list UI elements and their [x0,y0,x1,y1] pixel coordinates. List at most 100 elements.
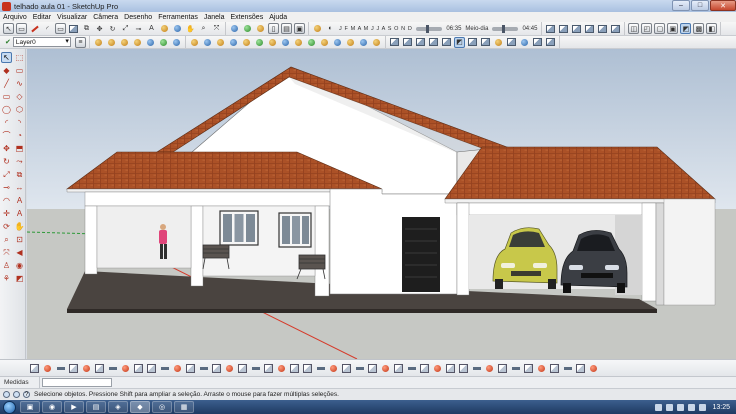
menu-visualizar[interactable]: Visualizar [54,14,90,21]
bottom-tool-8-icon[interactable] [120,363,131,374]
previous-view-icon[interactable]: ◀ [14,247,25,258]
bottom-tool-30-icon[interactable] [406,363,417,374]
taskbar-chrome[interactable]: ◎ [152,401,172,413]
bottom-tool-41-icon[interactable] [549,363,560,374]
taskbar-browser[interactable]: ◉ [42,401,62,413]
rectangle-icon[interactable]: ▭ [1,91,12,102]
tray-icon-2[interactable] [666,403,674,411]
bottom-tool-40-icon[interactable] [536,363,547,374]
extension-warehouse-icon[interactable] [242,23,253,34]
menu-ferramentas[interactable]: Ferramentas [155,14,201,21]
menu-camera[interactable]: Câmera [90,14,121,21]
solid-12-icon[interactable] [332,37,343,48]
bottom-tool-34-icon[interactable] [458,363,469,374]
make-component-icon[interactable]: ⬚ [14,52,25,63]
split-icon[interactable] [254,37,265,48]
zoom-icon[interactable]: ⌕ [1,234,12,245]
union-icon[interactable] [215,37,226,48]
credits-icon[interactable] [13,391,20,398]
bottom-tool-28-icon[interactable] [380,363,391,374]
3d-text-icon[interactable]: A [14,208,25,219]
rotated-rectangle-icon[interactable]: ◇ [14,91,25,102]
section-5-icon[interactable] [441,37,452,48]
time-slider[interactable] [492,24,519,33]
look-around-icon[interactable]: ◉ [14,260,25,271]
solid-13-icon[interactable] [345,37,356,48]
bottom-tool-36-icon[interactable] [484,363,495,374]
offset-icon[interactable]: ⧉ [81,23,92,34]
freehand-icon[interactable]: ∿ [14,78,25,89]
bottom-tool-38-icon[interactable] [510,363,521,374]
position-camera-icon[interactable]: ♙ [1,260,12,271]
scale-icon[interactable]: ⤢ [120,23,131,34]
right-view-icon[interactable] [584,23,595,34]
bottom-tool-7-icon[interactable] [107,363,118,374]
pan-icon[interactable]: ✋ [185,23,196,34]
bottom-tool-26-icon[interactable] [354,363,365,374]
front-view-icon[interactable] [571,23,582,34]
outer-shell-icon[interactable] [189,37,200,48]
zoom-window-icon[interactable]: ⊡ [14,234,25,245]
arc-icon[interactable]: ◜ [42,23,53,34]
bottom-tool-29-icon[interactable] [393,363,404,374]
bottom-tool-14-icon[interactable] [198,363,209,374]
solid-14-icon[interactable] [358,37,369,48]
close-button[interactable]: ✕ [710,0,736,11]
taskbar-explorer[interactable]: ▣ [20,401,40,413]
tray-icon-4[interactable] [688,403,696,411]
section-10-icon[interactable] [506,37,517,48]
bottom-tool-5-icon[interactable] [81,363,92,374]
bottom-tool-20-icon[interactable] [276,363,287,374]
layer-manager-icon[interactable]: ≡ [74,36,86,48]
xray-icon[interactable]: ◫ [628,23,640,34]
section-12-icon[interactable] [532,37,543,48]
maximize-button[interactable]: □ [691,0,709,11]
section-plane-icon[interactable]: ◩ [14,273,25,284]
taskbar-folder[interactable]: ▤ [86,401,106,413]
pan-icon[interactable]: ✋ [14,221,25,232]
taskbar-app-1[interactable]: ◈ [108,401,128,413]
offset-icon[interactable]: ⧉ [14,169,25,180]
measurements-input[interactable] [42,378,112,387]
sandbox-7-icon[interactable] [171,37,182,48]
line-icon[interactable] [29,23,40,34]
bottom-tool-15-icon[interactable] [211,363,222,374]
rotate-icon[interactable]: ↻ [107,23,118,34]
bottom-tool-21-icon[interactable] [289,363,300,374]
bottom-tool-37-icon[interactable] [497,363,508,374]
section-8-icon[interactable] [480,37,491,48]
taskbar-app-2[interactable]: ▦ [174,401,194,413]
zoom-extents-icon[interactable]: ⤧ [211,23,222,34]
warehouse-icon[interactable] [229,23,240,34]
line-tool-icon[interactable]: ╱ [1,78,12,89]
bottom-tool-2-icon[interactable] [42,363,53,374]
bottom-tool-16-icon[interactable] [224,363,235,374]
follow-me-icon[interactable]: ⤳ [14,156,25,167]
bottom-tool-27-icon[interactable] [367,363,378,374]
top-view-icon[interactable] [558,23,569,34]
section-9-icon[interactable] [493,37,504,48]
solid-7-icon[interactable] [267,37,278,48]
menu-extensoes[interactable]: Extensões [228,14,267,21]
back-view-icon[interactable] [597,23,608,34]
sandbox-1-icon[interactable] [93,37,104,48]
iso-view-icon[interactable] [545,23,556,34]
rotate-icon[interactable]: ↻ [1,156,12,167]
bottom-tool-3-icon[interactable] [55,363,66,374]
menu-ajuda[interactable]: Ajuda [266,14,290,21]
start-button[interactable] [3,400,16,414]
section-7-icon[interactable] [467,37,478,48]
minimize-button[interactable]: – [672,0,690,11]
circle-icon[interactable]: ◯ [1,104,12,115]
menu-arquivo[interactable]: Arquivo [0,14,30,21]
bottom-tool-35-icon[interactable] [471,363,482,374]
axes-icon[interactable]: ✛ [1,208,12,219]
tape-icon[interactable]: ⊸ [133,23,144,34]
section-11-icon[interactable] [519,37,530,48]
push-pull-icon[interactable] [68,23,79,34]
tape-measure-icon[interactable]: ⊸ [1,182,12,193]
bottom-tool-12-icon[interactable] [172,363,183,374]
move-icon[interactable]: ✥ [1,143,12,154]
walk-icon[interactable]: ⚘ [1,273,12,284]
shaded-textures-icon[interactable]: ▩ [693,23,705,34]
